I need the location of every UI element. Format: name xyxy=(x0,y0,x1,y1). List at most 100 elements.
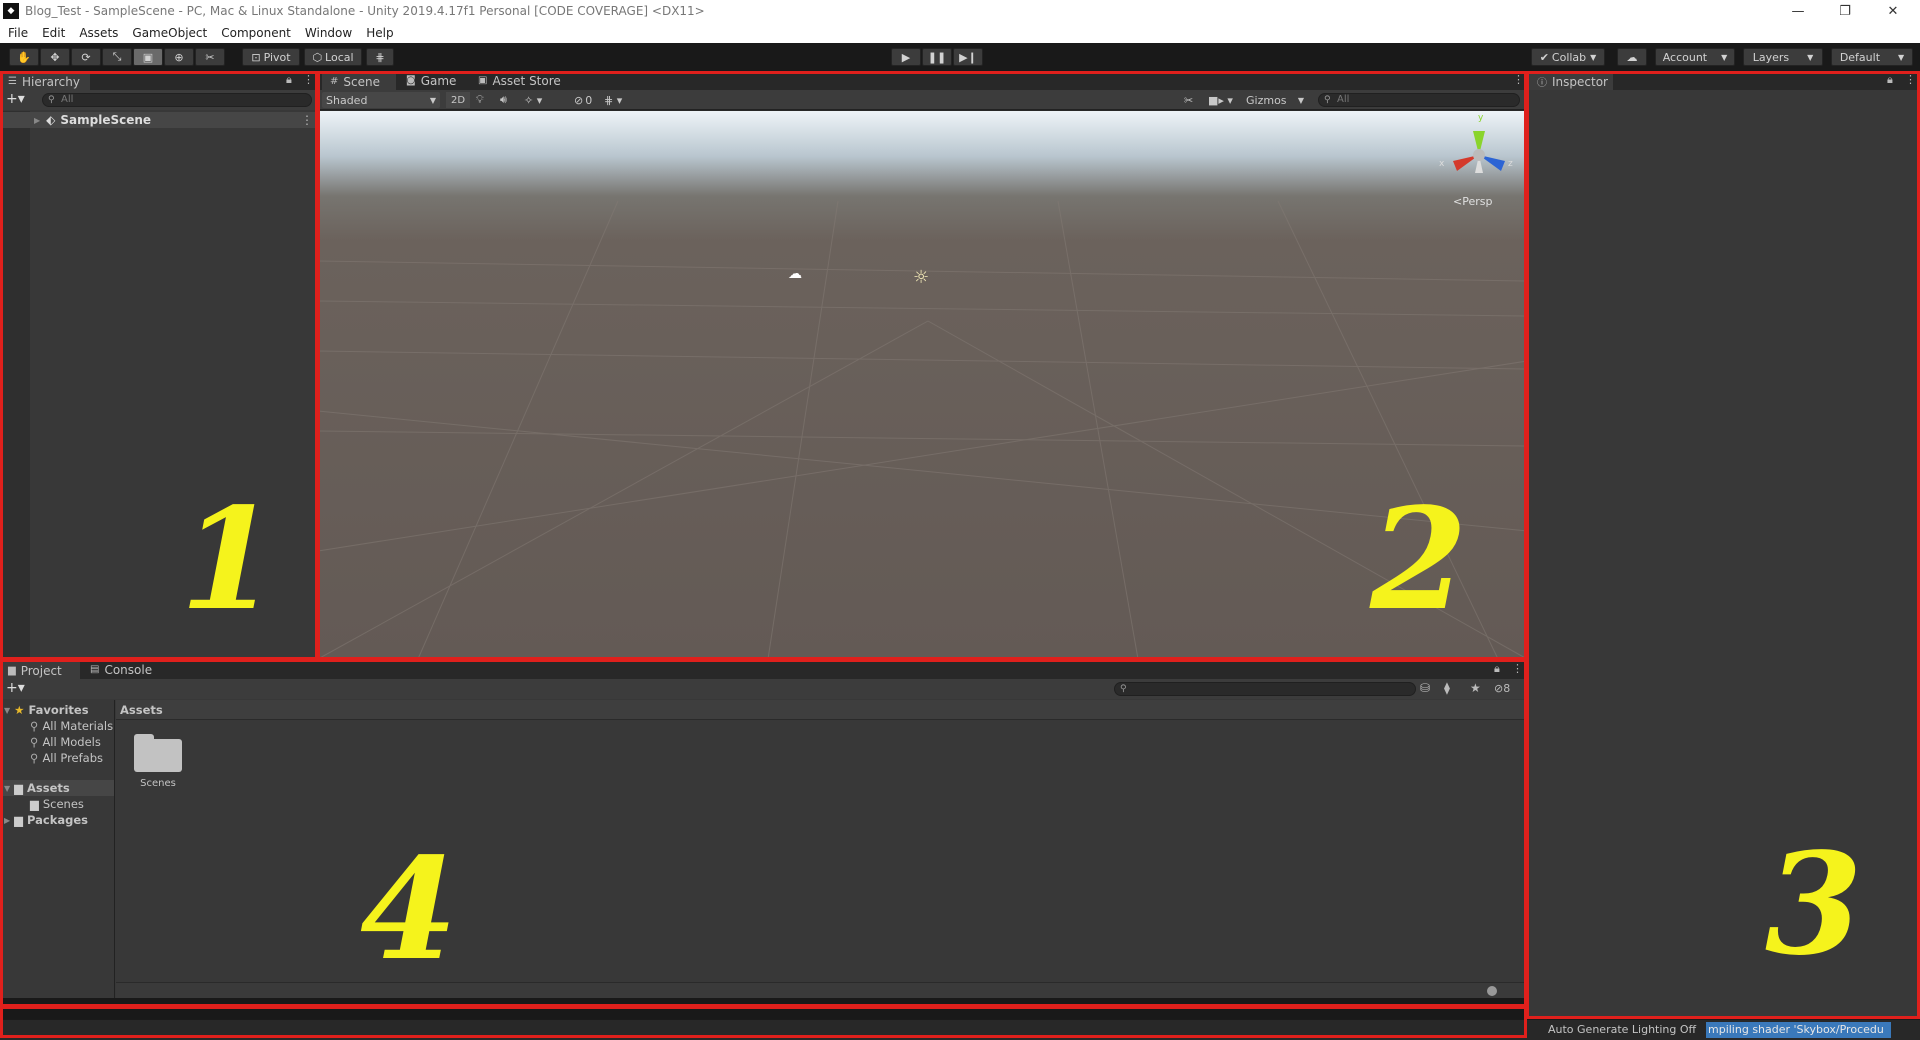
kebab-menu-icon[interactable]: ⋮ xyxy=(303,73,314,86)
kebab-menu-icon[interactable]: ⋮ xyxy=(1905,73,1916,86)
favorite-item[interactable]: ⚲ All Models xyxy=(0,734,114,750)
chevron-down-icon: ▼ xyxy=(1721,52,1728,62)
lock-icon[interactable]: 🔒︎ xyxy=(1494,662,1500,676)
search-by-type-icon[interactable]: ⛁ xyxy=(1420,681,1430,695)
scene-viewport[interactable]: ☁ ☼ x z y <Persp xyxy=(318,111,1527,659)
kebab-menu-icon[interactable]: ⋮ xyxy=(1513,73,1524,86)
tab-scene[interactable]: # Scene xyxy=(322,71,396,90)
cloud-button[interactable]: ☁ xyxy=(1617,48,1647,66)
asset-grid-item[interactable]: Scenes xyxy=(130,734,186,789)
gizmos-label: Gizmos xyxy=(1246,93,1287,107)
create-add-icon[interactable]: +▾ xyxy=(6,680,25,696)
custom-tool-icon[interactable]: ✂ xyxy=(195,48,225,66)
audio-toggle-icon[interactable]: 🔊︎ xyxy=(500,92,507,108)
projection-label[interactable]: <Persp xyxy=(1453,195,1492,208)
camera-gizmo-icon[interactable]: ☁ xyxy=(788,266,802,282)
kebab-menu-icon[interactable]: ⋮ xyxy=(301,113,313,127)
gizmos-dropdown[interactable]: Gizmos ▼ xyxy=(1242,92,1308,108)
hidden-packages-toggle[interactable]: ⊘8 xyxy=(1494,682,1510,695)
tab-console[interactable]: ▤ Console xyxy=(82,660,162,679)
scale-tool-icon[interactable]: ⤡ xyxy=(102,48,132,66)
pause-button[interactable]: ❚❚ xyxy=(922,48,952,66)
grid-toggle-icon[interactable]: ⋕ ▾ xyxy=(604,92,622,108)
rotate-tool-icon[interactable]: ⟳ xyxy=(71,48,101,66)
account-dropdown[interactable]: Account ▼ xyxy=(1655,48,1735,66)
folder-item-scenes[interactable]: ▆ Scenes xyxy=(0,796,114,812)
folder-icon: ▆ xyxy=(14,813,24,827)
collab-dropdown[interactable]: ✔ Collab ▼ xyxy=(1531,48,1605,66)
tab-hierarchy[interactable]: ☰ Hierarchy xyxy=(0,71,90,90)
favorites-row[interactable]: ▼ ★ Favorites xyxy=(0,702,114,718)
orientation-gizmo[interactable] xyxy=(1439,121,1519,191)
menu-file[interactable]: File xyxy=(8,26,28,40)
tools-icon[interactable]: ✂ xyxy=(1184,92,1193,108)
menu-assets[interactable]: Assets xyxy=(79,26,118,40)
expand-arrow-icon[interactable]: ▶ xyxy=(34,116,40,125)
expand-arrow-icon[interactable]: ▼ xyxy=(4,706,10,715)
tab-console-label: Console xyxy=(104,662,153,677)
console-icon: ▤ xyxy=(90,664,100,675)
annotation-number-1: 1 xyxy=(180,478,278,642)
favorite-item[interactable]: ⚲ All Prefabs xyxy=(0,750,114,766)
menu-window[interactable]: Window xyxy=(305,26,352,40)
kebab-menu-icon[interactable]: ⋮ xyxy=(1512,662,1523,675)
step-button[interactable]: ▶❙ xyxy=(953,48,983,66)
local-toggle[interactable]: ⬡ Local xyxy=(304,48,362,66)
rect-tool-icon[interactable]: ▣ xyxy=(133,48,163,66)
effects-dropdown-icon[interactable]: ✧ ▾ xyxy=(524,92,542,108)
search-by-label-icon[interactable]: ⧫ xyxy=(1444,681,1450,695)
axis-x-label: x xyxy=(1439,159,1445,169)
project-asset-area: Assets Scenes xyxy=(116,700,1527,998)
breadcrumb[interactable]: Assets xyxy=(116,700,1527,720)
restore-button[interactable]: ❐ xyxy=(1822,0,1868,22)
shading-mode-dropdown[interactable]: Shaded ▼ xyxy=(322,92,440,108)
create-add-icon[interactable]: +▾ xyxy=(6,91,25,107)
status-bar: Auto Generate Lighting Off mpiling shade… xyxy=(0,1019,1920,1040)
assets-row[interactable]: ▼ ▆ Assets xyxy=(0,780,114,796)
favorite-star-icon[interactable]: ★ xyxy=(1470,681,1481,695)
expand-arrow-icon[interactable]: ▶ xyxy=(4,816,10,825)
grid-snap-icon[interactable]: ⋕ xyxy=(366,48,394,66)
tab-game[interactable]: ◙ Game xyxy=(398,71,466,90)
play-button[interactable]: ▶ xyxy=(891,48,921,66)
move-tool-icon[interactable]: ✥ xyxy=(40,48,70,66)
folder-item-label: Scenes xyxy=(42,797,84,811)
hidden-objects-toggle[interactable]: ⊘ 0 xyxy=(574,92,592,108)
progress-status: mpiling shader 'Skybox/Procedu xyxy=(1706,1022,1891,1038)
minimize-button[interactable]: — xyxy=(1775,0,1821,22)
shading-mode-label: Shaded xyxy=(326,93,368,107)
expand-arrow-icon[interactable]: ▼ xyxy=(4,784,10,793)
eye-slash-icon: ⊘ xyxy=(1494,682,1504,695)
pivot-toggle[interactable]: ⊡ Pivot xyxy=(242,48,300,66)
check-icon: ✔ xyxy=(1539,50,1549,64)
scene-item-label: SampleScene xyxy=(60,113,152,127)
transform-tool-icon[interactable]: ⊕ xyxy=(164,48,194,66)
directional-light-icon[interactable]: ☼ xyxy=(913,267,929,288)
camera-dropdown-icon[interactable]: ■▸ ▾ xyxy=(1208,92,1233,108)
lock-icon[interactable]: 🔒︎ xyxy=(1887,73,1893,87)
tab-asset-store[interactable]: ▣ Asset Store xyxy=(470,71,571,90)
lock-icon[interactable]: 🔒︎ xyxy=(286,73,292,87)
persp-text: Persp xyxy=(1462,195,1493,208)
2d-toggle[interactable]: 2D xyxy=(446,92,470,108)
hierarchy-search-input[interactable]: ⚲ All xyxy=(42,93,312,107)
packages-row[interactable]: ▶ ▆ Packages xyxy=(0,812,114,828)
close-button[interactable]: ✕ xyxy=(1870,0,1916,22)
lighting-toggle-icon[interactable]: 💡︎ xyxy=(476,92,484,108)
layout-dropdown[interactable]: Default ▼ xyxy=(1831,48,1913,66)
favorite-item[interactable]: ⚲ All Materials xyxy=(0,718,114,734)
tab-inspector-label: Inspector xyxy=(1552,74,1608,89)
layers-dropdown[interactable]: Layers ▼ xyxy=(1743,48,1823,66)
tab-project[interactable]: ▆ Project xyxy=(0,660,80,679)
hand-tool-icon[interactable]: ✋ xyxy=(9,48,39,66)
tab-inspector[interactable]: ⓘ Inspector xyxy=(1529,71,1613,90)
scene-search-input[interactable]: ⚲ All xyxy=(1318,93,1520,107)
menu-help[interactable]: Help xyxy=(366,26,393,40)
menu-component[interactable]: Component xyxy=(221,26,291,40)
menu-edit[interactable]: Edit xyxy=(42,26,65,40)
hierarchy-scene-row[interactable]: ▶ ⬖ SampleScene ⋮ xyxy=(0,112,317,128)
size-slider-handle[interactable] xyxy=(1487,986,1497,996)
menu-gameobject[interactable]: GameObject xyxy=(132,26,207,40)
project-search-input[interactable]: ⚲ xyxy=(1114,682,1416,696)
lighting-status[interactable]: Auto Generate Lighting Off xyxy=(1548,1023,1696,1036)
